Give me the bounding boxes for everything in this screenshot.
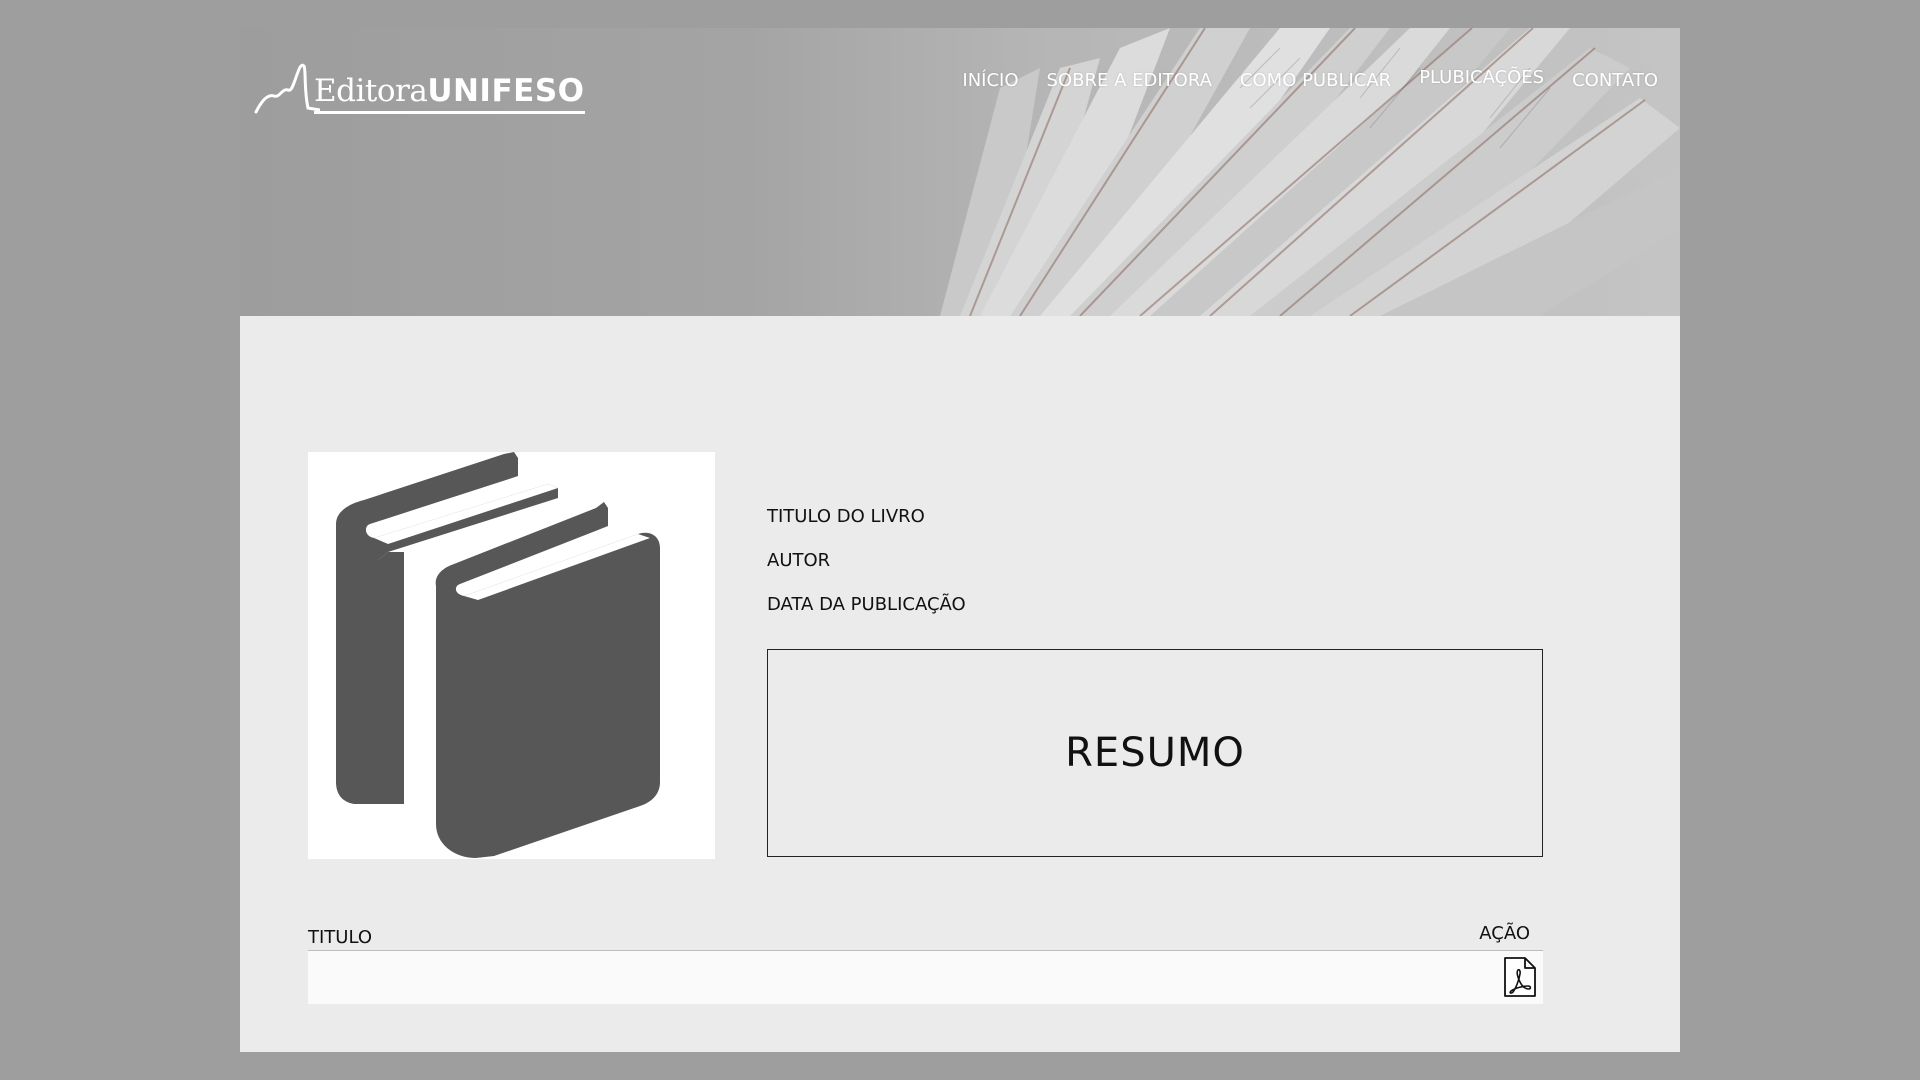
column-header-action: AÇÃO bbox=[1479, 923, 1530, 944]
book-cover bbox=[308, 452, 715, 859]
logo-text-unifeso: UNIFESO bbox=[427, 73, 585, 109]
book-title-label: TITULO DO LIVRO bbox=[767, 506, 925, 527]
column-header-title: TITULO bbox=[308, 927, 373, 948]
book-author-label: AUTOR bbox=[767, 550, 831, 571]
table-row bbox=[308, 951, 1543, 1004]
nav-como-publicar[interactable]: COMO PUBLICAR bbox=[1240, 70, 1391, 91]
logo-text: EditoraUNIFESO bbox=[314, 76, 585, 114]
pdf-icon bbox=[1504, 957, 1536, 997]
page-container: EditoraUNIFESO INÍCIO SOBRE A EDITORA CO… bbox=[240, 28, 1680, 1052]
header-banner: EditoraUNIFESO INÍCIO SOBRE A EDITORA CO… bbox=[240, 28, 1680, 316]
nav-contato[interactable]: CONTATO bbox=[1572, 70, 1658, 91]
nav-publicacoes[interactable]: PLUBICAÇÕES bbox=[1419, 67, 1544, 88]
publications-table: TITULO AÇÃO bbox=[308, 918, 1543, 1004]
download-pdf-button[interactable] bbox=[1503, 956, 1537, 998]
table-header: TITULO AÇÃO bbox=[308, 918, 1543, 951]
nav-inicio[interactable]: INÍCIO bbox=[962, 70, 1018, 91]
book-info: TITULO DO LIVRO AUTOR DATA DA PUBLICAÇÃO bbox=[767, 506, 966, 638]
editora-unifeso-logo[interactable]: EditoraUNIFESO bbox=[254, 44, 585, 114]
summary-box: RESUMO bbox=[767, 649, 1543, 857]
main-nav: INÍCIO SOBRE A EDITORA COMO PUBLICAR PLU… bbox=[962, 67, 1658, 91]
summary-label: RESUMO bbox=[1065, 730, 1245, 776]
nav-sobre-a-editora[interactable]: SOBRE A EDITORA bbox=[1047, 70, 1212, 91]
book-date-label: DATA DA PUBLICAÇÃO bbox=[767, 594, 966, 615]
logo-text-editora: Editora bbox=[314, 73, 428, 109]
books-icon bbox=[336, 452, 660, 858]
mountain-logo-icon bbox=[254, 63, 320, 114]
